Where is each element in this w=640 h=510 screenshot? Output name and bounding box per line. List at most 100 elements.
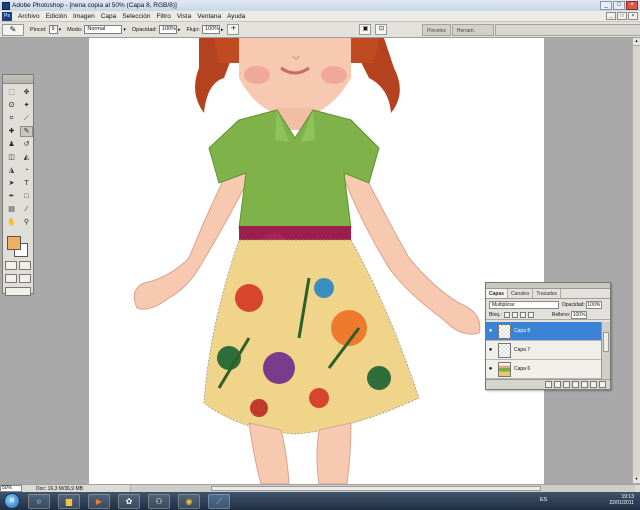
scroll-up-icon[interactable]: ▲	[633, 38, 640, 46]
marquee-tool-icon[interactable]: ⬚	[5, 87, 18, 98]
menu-capa[interactable]: Capa	[98, 13, 120, 20]
move-tool-icon[interactable]: ✥	[20, 87, 33, 98]
layers-scroll-thumb[interactable]	[603, 332, 609, 352]
path-selection-tool-icon[interactable]: ➤	[5, 178, 18, 189]
messenger-icon[interactable]: ✿	[118, 493, 140, 509]
canvas-vertical-scrollbar[interactable]: ▲ ▼	[632, 38, 640, 484]
menu-archivo[interactable]: Archivo	[15, 13, 43, 20]
internet-explorer-icon[interactable]: e	[28, 493, 50, 509]
notes-tool-icon[interactable]: ▤	[5, 204, 18, 215]
visibility-eye-icon[interactable]: ●	[486, 366, 495, 372]
document-canvas[interactable]	[89, 38, 544, 484]
doc-close-button[interactable]: ×	[628, 12, 638, 20]
menu-filtro[interactable]: Filtro	[153, 13, 173, 20]
menu-ayuda[interactable]: Ayuda	[224, 13, 248, 20]
menu-vista[interactable]: Vista	[174, 13, 194, 20]
delete-layer-icon[interactable]	[599, 381, 606, 388]
layer-row-capa-6[interactable]: ● Capa 6	[486, 360, 602, 379]
fill-field[interactable]: 100%	[571, 310, 588, 319]
healing-brush-tool-icon[interactable]: ✚	[5, 126, 18, 137]
adjustment-layer-icon[interactable]	[572, 381, 579, 388]
lock-all-icon[interactable]	[527, 311, 534, 318]
mode-dropdown-icon[interactable]: ▾	[123, 27, 126, 33]
well-brushes-tab[interactable]: Pinceles	[422, 24, 451, 36]
lock-position-icon[interactable]	[519, 311, 526, 318]
eyedropper-tool-icon[interactable]: ⁄	[20, 204, 33, 215]
standard-mode-button[interactable]	[5, 261, 17, 270]
flow-field[interactable]: 100%	[201, 25, 220, 34]
zoom-field[interactable]: 50%	[0, 485, 22, 492]
airbrush-icon[interactable]: ✈	[227, 24, 240, 35]
magic-wand-tool-icon[interactable]: ✦	[20, 100, 33, 111]
eraser-tool-icon[interactable]: ◫	[5, 152, 18, 163]
tab-canales[interactable]: Canales	[508, 289, 534, 298]
tool-preset-picker[interactable]: ✎	[2, 23, 24, 36]
layer-row-capa-8[interactable]: ● Capa 8	[486, 322, 602, 341]
history-brush-tool-icon[interactable]: ↺	[20, 139, 33, 150]
visibility-eye-icon[interactable]: ●	[486, 328, 495, 334]
brush-tool-icon[interactable]: ✎	[20, 126, 33, 137]
menu-edicion[interactable]: Edición	[43, 13, 70, 20]
link-layers-icon[interactable]	[545, 381, 552, 388]
layers-scrollbar[interactable]	[601, 322, 610, 380]
flow-dropdown-icon[interactable]: ▸	[221, 27, 224, 33]
tab-capas[interactable]: Capas	[486, 289, 509, 298]
opacity-dropdown-icon[interactable]: ▸	[178, 27, 181, 33]
scroll-down-icon[interactable]: ▼	[633, 476, 640, 484]
canvas-horizontal-scrollbar[interactable]	[130, 485, 635, 492]
tools-panel-grip[interactable]	[3, 75, 33, 84]
brush-size-picker[interactable]: 9	[48, 25, 58, 34]
layer-row-capa-7[interactable]: ● Capa 7	[486, 341, 602, 360]
minimize-button[interactable]: _	[600, 1, 612, 10]
doc-minimize-button[interactable]: _	[606, 12, 616, 20]
blend-mode-select[interactable]: Multiplicar	[489, 300, 559, 309]
photoshop-taskbar-icon[interactable]: ⟋	[208, 493, 230, 509]
clone-stamp-tool-icon[interactable]: ♟	[5, 139, 18, 150]
close-button[interactable]: ×	[626, 1, 638, 10]
network-icon[interactable]: ⚇	[148, 493, 170, 509]
doc-maximize-button[interactable]: □	[617, 12, 627, 20]
well-presets-tab[interactable]: Herram. preest.	[451, 24, 494, 46]
visibility-eye-icon[interactable]: ●	[486, 347, 495, 353]
lasso-tool-icon[interactable]: ʘ	[5, 100, 18, 111]
screen-mode-full-menu-button[interactable]	[19, 274, 31, 283]
new-layer-icon[interactable]	[590, 381, 597, 388]
menu-imagen[interactable]: Imagen	[70, 13, 98, 20]
slice-tool-icon[interactable]: ⟋	[20, 113, 33, 124]
tab-trazados[interactable]: Trazados	[533, 289, 562, 298]
layer-opacity-field[interactable]: 100%	[585, 300, 602, 309]
shape-tool-icon[interactable]: □	[20, 191, 33, 202]
crop-tool-icon[interactable]: ⌗	[5, 113, 18, 124]
chrome-icon[interactable]: ◉	[178, 493, 200, 509]
system-clock[interactable]: 19:13 22/01/2011	[609, 494, 634, 506]
lock-pixels-icon[interactable]	[511, 311, 518, 318]
palette-icon[interactable]: ▣	[359, 24, 372, 35]
menu-ventana[interactable]: Ventana	[194, 13, 224, 20]
hand-tool-icon[interactable]: ✋	[5, 217, 18, 228]
file-explorer-icon[interactable]: ▆	[58, 493, 80, 509]
foreground-color-swatch[interactable]	[7, 236, 21, 250]
horizontal-scroll-thumb[interactable]	[211, 486, 541, 491]
brush-dropdown-icon[interactable]: ▾	[59, 27, 62, 33]
menu-seleccion[interactable]: Selección	[119, 13, 153, 20]
screen-mode-standard-button[interactable]	[5, 274, 17, 283]
opacity-field[interactable]: 100%	[158, 25, 177, 34]
media-player-icon[interactable]: ▶	[88, 493, 110, 509]
quick-mask-mode-button[interactable]	[19, 261, 31, 270]
new-group-icon[interactable]	[581, 381, 588, 388]
layer-mask-icon[interactable]	[563, 381, 570, 388]
type-tool-icon[interactable]: T	[20, 178, 33, 189]
pen-tool-icon[interactable]: ✒	[5, 191, 18, 202]
maximize-button[interactable]: □	[613, 1, 625, 10]
paint-bucket-tool-icon[interactable]: ◭	[20, 152, 33, 163]
imageready-button[interactable]	[5, 287, 31, 296]
file-browser-icon[interactable]: ⊡	[375, 24, 388, 35]
dodge-tool-icon[interactable]: ◔	[20, 165, 33, 176]
zoom-tool-icon[interactable]: ⚲	[20, 217, 33, 228]
layer-style-icon[interactable]	[554, 381, 561, 388]
blur-tool-icon[interactable]: ◮	[5, 165, 18, 176]
lock-transparency-icon[interactable]	[503, 311, 510, 318]
input-language-indicator[interactable]: ES	[540, 497, 547, 503]
start-button-icon[interactable]: ⊞	[4, 493, 20, 509]
mode-select[interactable]: Normal	[84, 25, 123, 34]
